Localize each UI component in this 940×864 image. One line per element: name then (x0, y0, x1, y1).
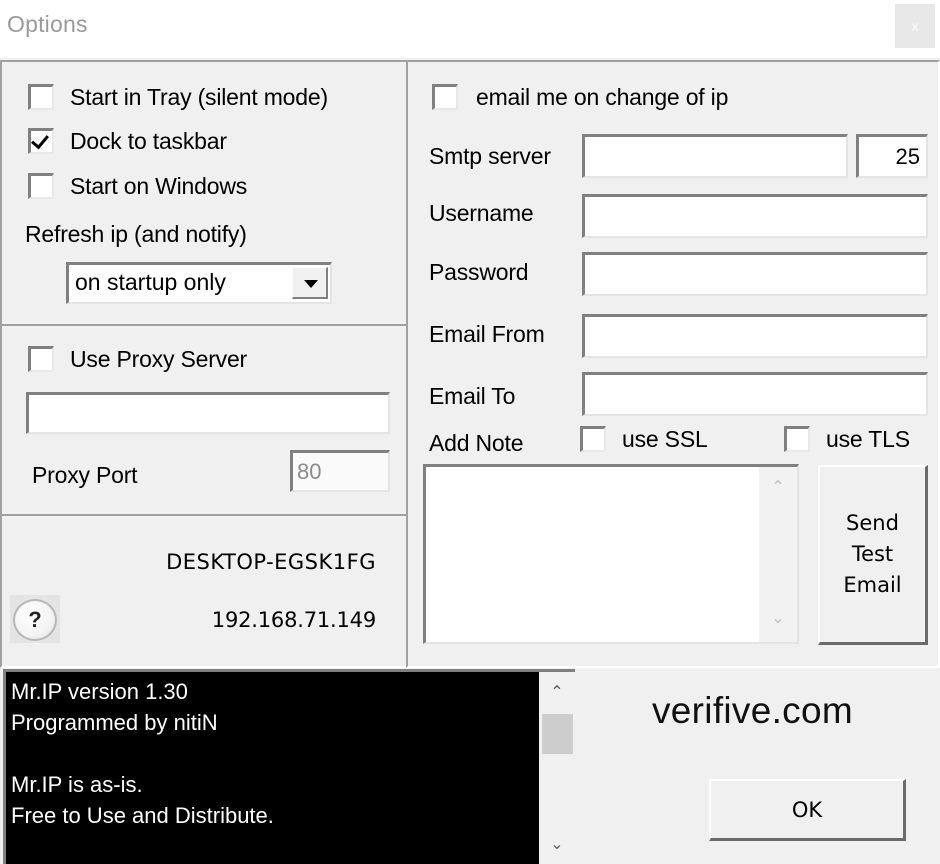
email-from-input[interactable] (582, 314, 928, 358)
use-tls-box[interactable] (784, 426, 810, 452)
email-panel: email me on change of ip Smtp server Use… (406, 60, 940, 668)
proxy-port-label: Proxy Port (32, 462, 138, 488)
start-in-tray-label: Start in Tray (silent mode) (70, 84, 328, 110)
startup-panel: Start in Tray (silent mode) Dock to task… (0, 60, 408, 326)
note-scrollbar[interactable]: ⌃ ⌄ (759, 467, 797, 642)
username-label: Username (429, 200, 534, 226)
brand-link[interactable]: verifive.com (652, 690, 853, 732)
chevron-up-icon[interactable]: ⌃ (759, 477, 797, 497)
title-bar: Options x (0, 0, 940, 58)
console-scrollbar[interactable]: ⌃ ⌄ (539, 672, 575, 864)
about-text: Mr.IP version 1.30 Programmed by nitiN M… (11, 679, 274, 828)
email-notify-box[interactable] (432, 84, 458, 110)
smtp-server-input[interactable] (582, 134, 848, 178)
password-label: Password (429, 259, 529, 285)
refresh-ip-select[interactable]: on startup only (66, 262, 332, 304)
use-proxy-label: Use Proxy Server (70, 346, 248, 372)
start-on-windows-box[interactable] (28, 173, 54, 199)
email-from-label: Email From (429, 321, 545, 347)
refresh-ip-label: Refresh ip (and notify) (25, 221, 247, 247)
chevron-down-icon[interactable]: ⌄ (759, 608, 797, 628)
email-notify-label: email me on change of ip (476, 84, 729, 110)
email-to-input[interactable] (582, 372, 928, 416)
dock-to-taskbar-label: Dock to taskbar (70, 128, 227, 154)
ok-button[interactable]: OK (709, 779, 906, 841)
password-input[interactable] (582, 252, 928, 296)
proxy-server-input[interactable] (26, 392, 390, 434)
close-icon: x (911, 18, 919, 34)
refresh-ip-select-value: on startup only (75, 269, 226, 295)
ip-address-text: 192.168.71.149 (211, 608, 376, 632)
username-input[interactable] (582, 194, 928, 238)
smtp-server-label: Smtp server (429, 143, 551, 169)
use-ssl-label: use SSL (622, 426, 708, 452)
host-info-panel: DESKTOP-EGSK1FG 192.168.71.149 (0, 514, 408, 668)
proxy-panel: Use Proxy Server Proxy Port (0, 324, 408, 516)
use-tls-label: use TLS (826, 426, 910, 452)
start-on-windows-label: Start on Windows (70, 173, 248, 199)
about-console[interactable]: Mr.IP version 1.30 Programmed by nitiN M… (3, 669, 575, 864)
email-to-label: Email To (429, 383, 516, 409)
window-title: Options (7, 11, 88, 37)
chevron-down-icon[interactable]: ⌄ (539, 834, 575, 854)
use-ssl-box[interactable] (580, 426, 606, 452)
ok-label: OK (791, 797, 823, 822)
note-textarea[interactable]: ⌃ ⌄ (423, 464, 799, 644)
close-button[interactable]: x (895, 4, 935, 48)
start-in-tray-box[interactable] (28, 84, 54, 110)
hostname-text: DESKTOP-EGSK1FG (166, 550, 376, 574)
chevron-up-icon[interactable]: ⌃ (539, 682, 575, 702)
scroll-thumb[interactable] (542, 714, 573, 754)
proxy-port-input[interactable] (290, 450, 390, 492)
smtp-port-input[interactable] (856, 134, 928, 178)
chevron-down-icon[interactable] (292, 267, 328, 299)
send-test-email-label: Send Test Email (843, 511, 902, 597)
dock-to-taskbar-box[interactable] (28, 128, 54, 154)
send-test-email-button[interactable]: Send Test Email (818, 465, 928, 645)
add-note-label: Add Note (429, 430, 524, 456)
help-button[interactable]: ? (10, 595, 60, 643)
use-proxy-box[interactable] (28, 346, 54, 372)
help-icon: ? (13, 599, 57, 641)
